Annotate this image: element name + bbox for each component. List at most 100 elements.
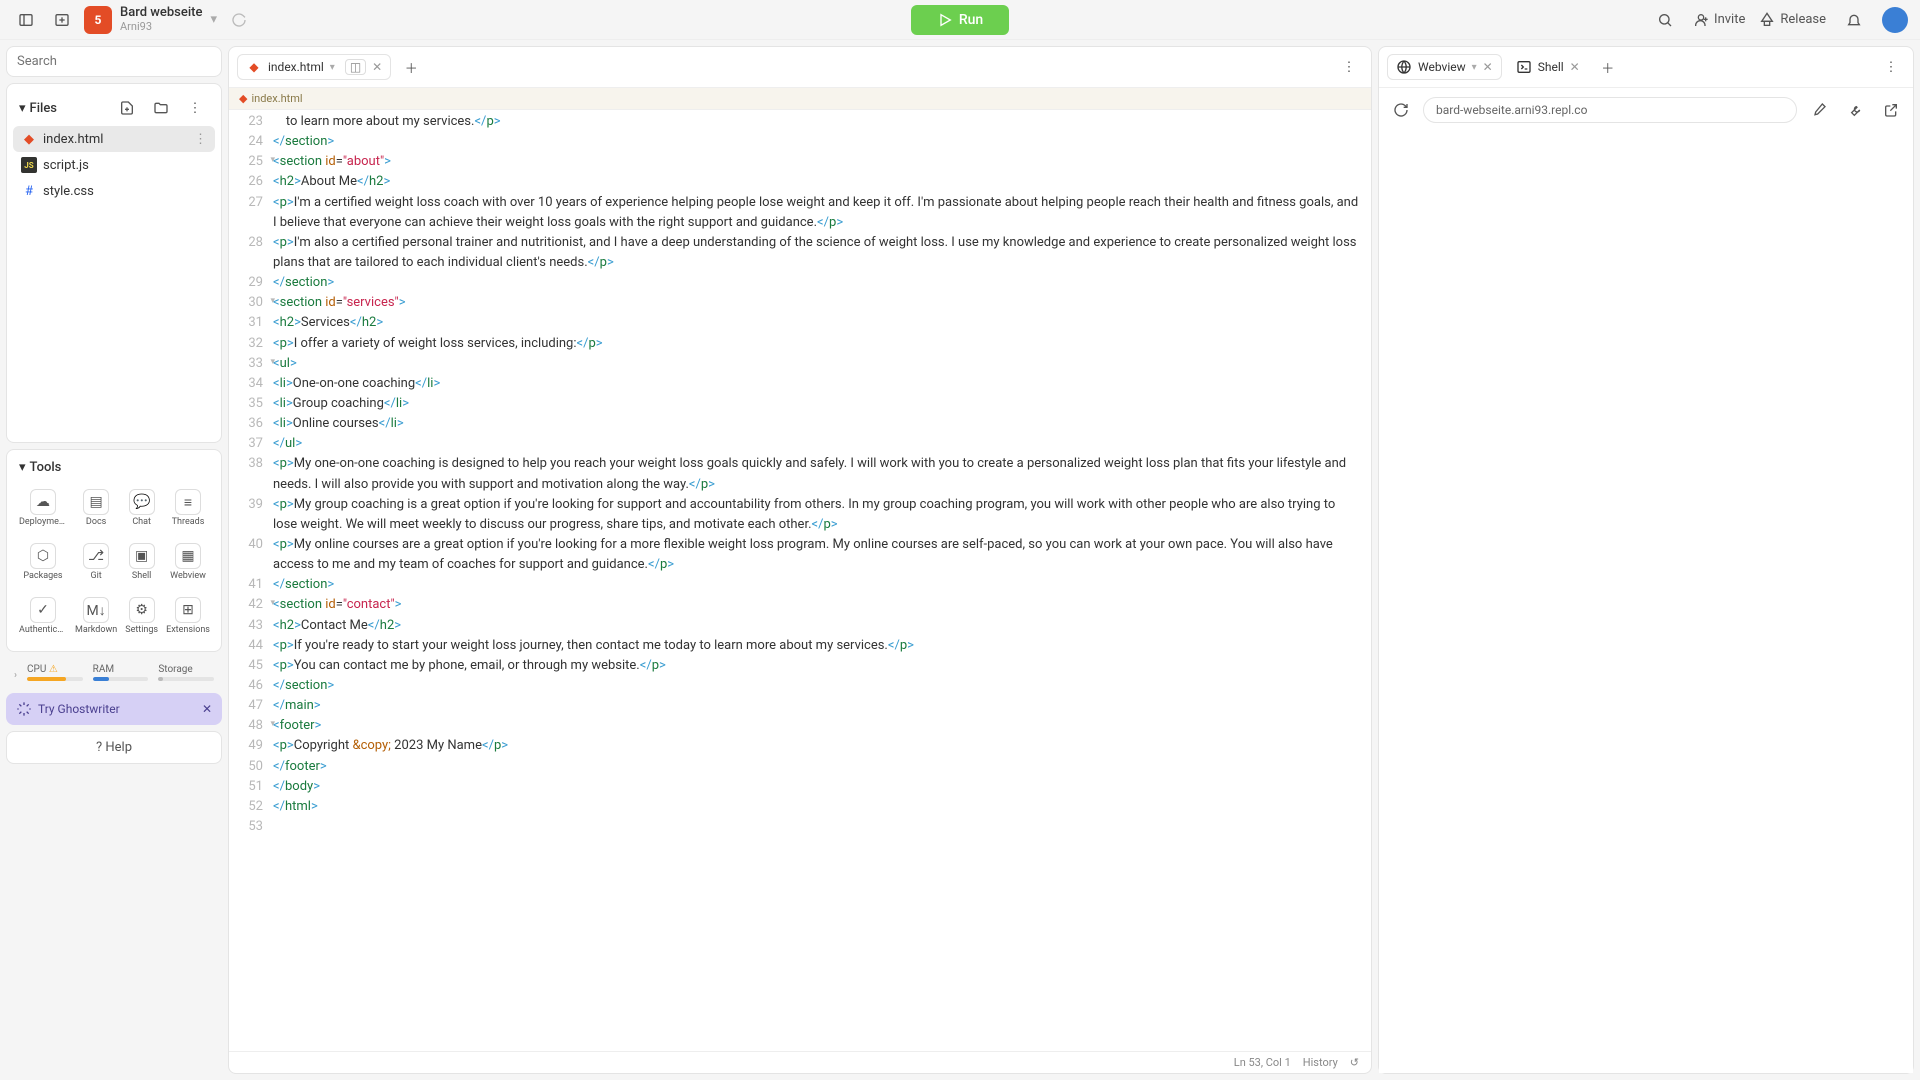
code-line[interactable]: 30▾<section id="services"> [229,293,1371,313]
history-button[interactable]: History [1303,1056,1338,1069]
code-line[interactable]: 35<li>Group coaching</li> [229,394,1371,414]
code-line[interactable]: 34<li>One-on-one coaching</li> [229,374,1371,394]
code-line[interactable]: 29</section> [229,273,1371,293]
notifications-icon[interactable] [1840,6,1868,34]
file-item-style-css[interactable]: #style.css [13,178,215,204]
chevron-down-icon[interactable]: ▾ [210,12,217,27]
code-line[interactable]: 49<p>Copyright &copy; 2023 My Name</p> [229,736,1371,756]
code-line[interactable]: 26<h2>About Me</h2> [229,172,1371,192]
code-line[interactable]: 32<p>I offer a variety of weight loss se… [229,334,1371,354]
tool-chat[interactable]: 💬Chat [123,483,160,533]
code-line[interactable]: 41</section> [229,575,1371,595]
release-button[interactable]: Release [1759,12,1826,28]
invite-button[interactable]: Invite [1693,12,1745,28]
code-line[interactable]: 45<p>You can contact me by phone, email,… [229,656,1371,676]
code-line[interactable]: 50</footer> [229,757,1371,777]
code-line[interactable]: 23 to learn more about my services.</p> [229,112,1371,132]
code-line[interactable]: 39<p>My group coaching is a great option… [229,495,1371,535]
code-line[interactable]: 51</body> [229,777,1371,797]
more-icon[interactable]: ⋮ [194,132,207,147]
tool-shell[interactable]: ▣Shell [123,537,160,587]
code-line[interactable]: 31<h2>Services</h2> [229,313,1371,333]
run-button[interactable]: Run [911,5,1009,35]
tab-index-html[interactable]: ◆ index.html ▾ ◫ ✕ [237,54,391,80]
tab-webview[interactable]: Webview ▾ ✕ [1387,54,1502,80]
code-line[interactable]: 44<p>If you're ready to start your weigh… [229,636,1371,656]
add-pane-icon[interactable] [48,6,76,34]
close-icon[interactable]: ✕ [1483,60,1493,74]
file-item-script-js[interactable]: JSscript.js [13,152,215,178]
history-icon[interactable]: ↺ [1350,1056,1359,1069]
fold-icon[interactable]: ▾ [270,597,275,611]
code-line[interactable]: 24</section> [229,132,1371,152]
split-icon[interactable]: ◫ [345,59,366,75]
resources-expand-icon[interactable]: › [14,670,17,681]
search-icon[interactable] [1651,6,1679,34]
code-line[interactable]: 46</section> [229,676,1371,696]
help-button[interactable]: ? Help [6,731,222,764]
cursor-position[interactable]: Ln 53, Col 1 [1234,1056,1291,1069]
wrench-icon[interactable] [1841,96,1869,124]
file-item-index-html[interactable]: ◆index.html⋮ [13,126,215,152]
fold-icon[interactable]: ▾ [270,718,275,732]
sidebar-toggle-icon[interactable] [12,6,40,34]
project-title[interactable]: Bard webseite [120,6,202,20]
more-icon[interactable]: ⋮ [1335,53,1363,81]
code-line[interactable]: 25▾<section id="about"> [229,152,1371,172]
tool-packages[interactable]: ⬡Packages [17,537,69,587]
code-line[interactable]: 53 [229,817,1371,837]
close-icon[interactable]: ✕ [202,702,212,716]
tool-deployments[interactable]: ☁Deployments [17,483,69,533]
tool-git[interactable]: ⎇Git [73,537,119,587]
more-icon[interactable]: ⋮ [181,94,209,122]
tool-markdown[interactable]: M↓Markdown [73,591,119,641]
cpu-label: CPU [27,664,46,675]
code-line[interactable]: 40<p>My online courses are a great optio… [229,535,1371,575]
code-editor[interactable]: 23 to learn more about my services.</p>2… [229,110,1371,1051]
chevron-down-icon[interactable]: ▾ [19,101,26,116]
line-number: 47 [229,696,273,716]
url-bar[interactable]: bard-webseite.arni93.repl.co [1423,97,1797,123]
fold-icon[interactable]: ▾ [270,356,275,370]
reload-icon[interactable] [1387,96,1415,124]
code-line[interactable]: 38<p>My one-on-one coaching is designed … [229,454,1371,494]
add-tab-icon[interactable]: ＋ [1594,53,1622,81]
code-line[interactable]: 47</main> [229,696,1371,716]
chevron-down-icon[interactable]: ▾ [19,460,26,475]
tool-settings[interactable]: ⚙Settings [123,591,160,641]
code-line[interactable]: 48▾<footer> [229,716,1371,736]
search-input[interactable] [6,46,222,77]
code-line[interactable]: 43<h2>Contact Me</h2> [229,616,1371,636]
tool-docs[interactable]: ▤Docs [73,483,119,533]
webview-body[interactable] [1379,132,1913,1073]
tool-webview[interactable]: ▦Webview [164,537,212,587]
devtools-icon[interactable] [1805,96,1833,124]
close-icon[interactable]: ✕ [1570,60,1580,74]
new-folder-icon[interactable] [147,94,175,122]
line-number: 46 [229,676,273,696]
open-external-icon[interactable] [1877,96,1905,124]
code-line[interactable]: 42▾<section id="contact"> [229,595,1371,615]
tool-authenticati[interactable]: ✓Authenticati... [17,591,69,641]
tab-shell[interactable]: Shell ✕ [1508,55,1588,79]
tool-threads[interactable]: ≡Threads [164,483,212,533]
code-line[interactable]: 27<p>I'm a certified weight loss coach w… [229,193,1371,233]
tool-extensions[interactable]: ⊞Extensions [164,591,212,641]
add-tab-icon[interactable]: ＋ [397,53,425,81]
sync-icon[interactable] [225,6,253,34]
code-line[interactable]: 33▾<ul> [229,354,1371,374]
code-line[interactable]: 52</html> [229,797,1371,817]
avatar[interactable] [1882,7,1908,33]
ghostwriter-banner[interactable]: Try Ghostwriter ✕ [6,693,222,725]
code-line[interactable]: 28<p>I'm also a certified personal train… [229,233,1371,273]
project-owner[interactable]: Arni93 [120,21,202,33]
new-file-icon[interactable] [113,94,141,122]
more-icon[interactable]: ⋮ [1877,53,1905,81]
resources-bar[interactable]: › CPU ⚠ RAM Storage [6,658,222,687]
close-icon[interactable]: ✕ [372,60,382,74]
breadcrumb[interactable]: ◆ index.html [229,88,1371,110]
fold-icon[interactable]: ▾ [270,295,275,309]
code-line[interactable]: 37</ul> [229,434,1371,454]
code-line[interactable]: 36<li>Online courses</li> [229,414,1371,434]
fold-icon[interactable]: ▾ [270,154,275,168]
